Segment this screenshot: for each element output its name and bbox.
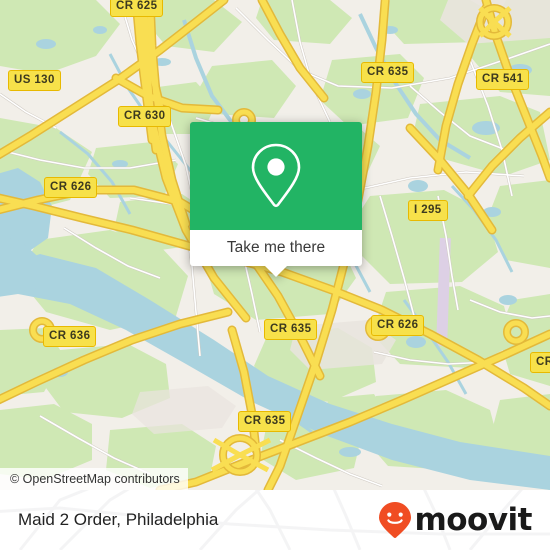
callout-tail xyxy=(265,266,287,277)
road-shield-cr635-topright[interactable]: CR 635 xyxy=(361,62,415,83)
footer-bar: Maid 2 Order, Philadelphia moovit xyxy=(0,490,550,550)
road-shield-cr630[interactable]: CR 630 xyxy=(118,106,172,127)
attribution-text: © OpenStreetMap contributors xyxy=(10,472,180,486)
callout-image-area xyxy=(190,122,362,230)
footer-content: Maid 2 Order, Philadelphia moovit xyxy=(0,490,550,550)
map-pin-icon xyxy=(251,143,301,208)
road-shield-cr635-center[interactable]: CR 635 xyxy=(264,319,318,340)
road-shield-cr626-right[interactable]: CR 626 xyxy=(371,315,425,336)
road-shield-i295[interactable]: I 295 xyxy=(408,200,448,221)
attribution-bar: © OpenStreetMap contributors xyxy=(0,468,188,490)
moovit-smiley-pin-icon xyxy=(379,502,412,539)
map-screenshot: CR 625 US 130 CR 630 CR 635 CR 541 CR 62… xyxy=(0,0,550,550)
callout-action-area[interactable]: Take me there xyxy=(190,230,362,277)
road-shield-cr541[interactable]: CR 541 xyxy=(476,69,530,90)
moovit-brand[interactable]: moovit xyxy=(378,501,532,539)
road-shield-cr-clipped[interactable]: CR xyxy=(530,352,550,373)
map-callout-card[interactable]: Take me there xyxy=(190,122,362,277)
road-shield-us130[interactable]: US 130 xyxy=(8,70,61,91)
place-name-label: Maid 2 Order, Philadelphia xyxy=(18,510,219,529)
road-shield-cr635-bottom[interactable]: CR 635 xyxy=(238,411,292,432)
road-shield-cr636[interactable]: CR 636 xyxy=(43,326,97,347)
take-me-there-label: Take me there xyxy=(226,239,326,256)
moovit-wordmark: moovit xyxy=(414,501,532,538)
road-shield-cr626-left[interactable]: CR 626 xyxy=(44,177,98,198)
road-shield-cr625-top[interactable]: CR 625 xyxy=(110,0,164,17)
